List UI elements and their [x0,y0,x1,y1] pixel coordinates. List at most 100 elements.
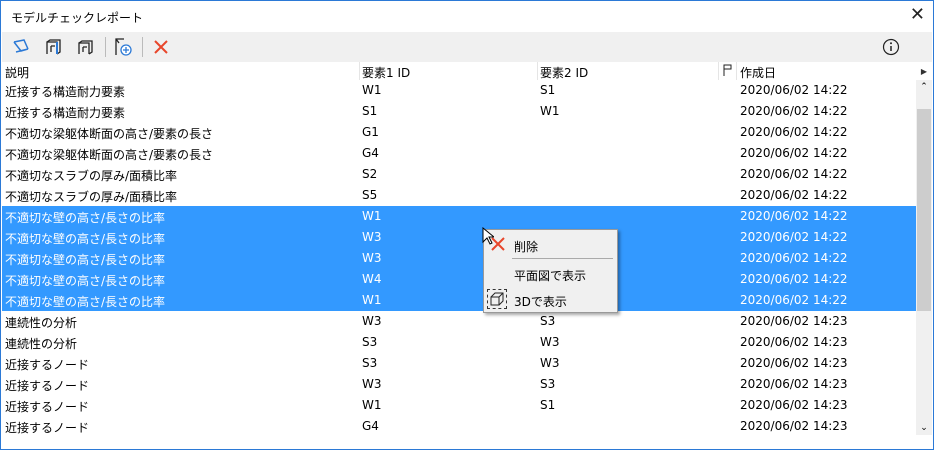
column-header-created-date[interactable]: 作成日 [740,64,776,81]
table-row[interactable]: 不適切な壁の高さ/長さの比率 W3 2020/06/02 14:22 [2,248,916,269]
cell-element1-id: G4 [362,419,379,433]
cell-element1-id: W3 [362,377,382,391]
table-row[interactable]: 不適切な梁躯体断面の高さ/要素の長さ G1 2020/06/02 14:22 [2,122,916,143]
table-row[interactable]: 不適切な壁の高さ/長さの比率 W4 2020/06/02 14:22 [2,269,916,290]
cell-created-date: 2020/06/02 14:22 [740,146,848,160]
cell-created-date: 2020/06/02 14:22 [740,230,848,244]
cell-element1-id: G1 [362,125,379,139]
mouse-cursor-icon [482,226,496,248]
menu-item-show-3d[interactable]: 3Dで表示 [514,293,567,310]
cell-created-date: 2020/06/02 14:22 [740,83,848,97]
cell-description: 近接するノード [5,358,90,372]
table-row[interactable]: 不適切なスラブの厚み/面積比率 S2 2020/06/02 14:22 [2,164,916,185]
scroll-up-icon[interactable]: ⌃ [916,82,932,92]
view-3d-icon[interactable] [74,36,96,58]
cell-created-date: 2020/06/02 14:23 [740,377,848,391]
cell-created-date: 2020/06/02 14:23 [740,398,848,412]
cell-created-date: 2020/06/02 14:22 [740,293,848,307]
menu-item-delete[interactable]: 削除 [514,238,538,255]
cell-description: 近接するノード [5,421,90,435]
scroll-right-icon[interactable]: ▶ [916,62,932,80]
table-row[interactable]: 不適切な壁の高さ/長さの比率 W3 2020/06/02 14:22 [2,227,916,248]
menu-item-show-plan[interactable]: 平面図で表示 [514,267,586,284]
cell-description: 不適切な壁の高さ/長さの比率 [5,253,166,267]
cell-created-date: 2020/06/02 14:22 [740,104,848,118]
cell-description: 近接するノード [5,379,90,393]
model-check-report-window: モデルチェックレポート ✕ 説明 要素1 ID 要素2 ID 作成日 ▶ 近接す… [0,0,934,450]
cell-element1-id: S5 [362,188,378,202]
cell-element1-id: S3 [362,356,378,370]
cell-created-date: 2020/06/02 14:22 [740,125,848,139]
cell-element1-id: W4 [362,272,382,286]
cell-description: 不適切な壁の高さ/長さの比率 [5,232,166,246]
cell-element1-id: S3 [362,335,378,349]
cell-created-date: 2020/06/02 14:22 [740,188,848,202]
cell-element1-id: W1 [362,293,382,307]
cell-created-date: 2020/06/02 14:23 [740,335,848,349]
cell-element1-id: W1 [362,398,382,412]
column-header-element2-id[interactable]: 要素2 ID [540,64,588,81]
cell-description: 不適切な壁の高さ/長さの比率 [5,274,166,288]
window-title: モデルチェックレポート [11,11,144,25]
cell-element1-id: W3 [362,314,382,328]
table-row[interactable]: 近接する構造耐力要素 W1 S1 2020/06/02 14:22 [2,80,916,101]
table-row[interactable]: 不適切な壁の高さ/長さの比率 W1 2020/06/02 14:22 [2,290,916,311]
report-table: 近接する構造耐力要素 W1 S1 2020/06/02 14:22 近接する構造耐力要素… [2,80,916,437]
cell-description: 不適切なスラブの厚み/面積比率 [5,190,178,204]
cell-element1-id: W1 [362,209,382,223]
cell-element1-id: W3 [362,251,382,265]
cell-created-date: 2020/06/02 14:22 [740,251,848,265]
table-row[interactable]: 近接する構造耐力要素 S1 W1 2020/06/02 14:22 [2,101,916,122]
vertical-scrollbar[interactable]: ⌃ ⌄ [916,80,932,435]
table-row[interactable]: 不適切な壁の高さ/長さの比率 W1 2020/06/02 14:22 [2,206,916,227]
cell-created-date: 2020/06/02 14:23 [740,419,848,433]
table-row[interactable]: 近接するノード W3 S3 2020/06/02 14:23 [2,374,916,395]
3d-box-icon [487,289,507,309]
info-icon[interactable] [880,36,902,58]
table-row[interactable]: 不適切な梁躯体断面の高さ/要素の長さ G4 2020/06/02 14:22 [2,143,916,164]
table-row[interactable]: 近接するノード S3 W3 2020/06/02 14:23 [2,353,916,374]
column-header-element1-id[interactable]: 要素1 ID [362,64,410,81]
menu-separator [512,258,613,259]
cell-created-date: 2020/06/02 14:23 [740,314,848,328]
cell-element2-id: S1 [540,83,556,97]
cell-description: 不適切な壁の高さ/長さの比率 [5,211,166,225]
cell-created-date: 2020/06/02 14:22 [740,272,848,286]
cell-description: 連続性の分析 [5,337,78,351]
cell-element2-id: W3 [540,356,560,370]
cell-created-date: 2020/06/02 14:22 [740,209,848,223]
cell-description: 近接する構造耐力要素 [5,85,126,99]
table-row[interactable]: 近接するノード G4 2020/06/02 14:23 [2,416,916,437]
cell-element2-id: S1 [540,398,556,412]
context-menu: 削除 平面図で表示 3Dで表示 [483,229,618,313]
table-header: 説明 要素1 ID 要素2 ID 作成日 [2,62,916,80]
cell-description: 近接するノード [5,400,90,414]
table-row[interactable]: 連続性の分析 S3 W3 2020/06/02 14:23 [2,332,916,353]
cell-element1-id: S1 [362,104,378,118]
flag-icon[interactable] [723,64,733,79]
close-icon[interactable]: ✕ [910,4,925,25]
delete-icon[interactable] [150,36,172,58]
scrollbar-thumb[interactable] [917,109,931,311]
cell-element1-id: S2 [362,167,378,181]
cell-description: 不適切な壁の高さ/長さの比率 [5,295,166,309]
view-plan-icon[interactable] [42,36,64,58]
table-row[interactable]: 不適切なスラブの厚み/面積比率 S5 2020/06/02 14:22 [2,185,916,206]
column-header-description[interactable]: 説明 [5,64,29,81]
scroll-down-icon[interactable]: ⌄ [916,423,932,433]
cell-description: 不適切な梁躯体断面の高さ/要素の長さ [5,127,214,141]
select-in-model-icon[interactable] [10,36,32,58]
table-row[interactable]: 近接するノード W1 S1 2020/06/02 14:23 [2,395,916,416]
cell-element1-id: W1 [362,83,382,97]
cell-description: 不適切なスラブの厚み/面積比率 [5,169,178,183]
cell-created-date: 2020/06/02 14:23 [740,356,848,370]
cell-element2-id: S3 [540,377,556,391]
cell-element2-id: W3 [540,335,560,349]
toolbar [2,32,932,62]
cell-element2-id: W1 [540,104,560,118]
table-row[interactable]: 連続性の分析 W3 S3 2020/06/02 14:23 [2,311,916,332]
cell-element2-id: S3 [540,314,556,328]
add-report-icon[interactable] [112,36,134,58]
cell-description: 不適切な梁躯体断面の高さ/要素の長さ [5,148,214,162]
cell-description: 連続性の分析 [5,316,78,330]
